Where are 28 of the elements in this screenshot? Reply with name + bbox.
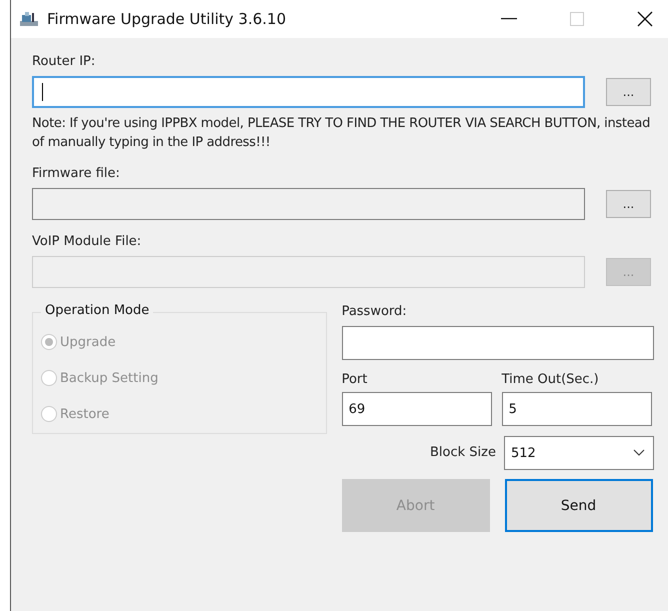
group-title: Operation Mode (41, 303, 154, 318)
browse-button[interactable]: ... (606, 78, 651, 106)
minimize-icon (501, 18, 517, 20)
note-text: Note: If you're using IPPBX model, PLEASE TRY TO FIND THE ROUTER VIA SEARCH BUTTON, instead of manually typing in the IP address!!! (32, 115, 652, 152)
radio-label: Restore (60, 406, 110, 422)
field-label: Router IP: (32, 53, 96, 71)
input-field[interactable] (32, 188, 585, 220)
browse-button[interactable]: ... (606, 190, 651, 218)
chevron-down-icon (633, 449, 645, 457)
close-icon (637, 11, 653, 27)
field-label: Port (342, 371, 368, 389)
window-title: Firmware Upgrade Utility 3.6.10 (47, 10, 288, 28)
radio-label: Backup Setting (60, 370, 158, 386)
field-label: Password: (342, 303, 408, 321)
timeout-field[interactable]: 5 (502, 392, 652, 426)
input-field[interactable] (32, 76, 585, 108)
radio-label: Upgrade (60, 334, 116, 350)
field-label: Firmware file: (32, 165, 121, 183)
field-label: VoIP Module File: (32, 233, 142, 251)
field-label: Time Out(Sec.) (502, 371, 600, 389)
action-button[interactable]: Send (504, 479, 653, 532)
field-label: Block Size (430, 444, 496, 462)
port-field[interactable]: 69 (342, 392, 492, 426)
password-field[interactable] (342, 326, 654, 360)
maximize-icon (570, 12, 584, 26)
block-size-dropdown[interactable]: 512 (504, 436, 654, 470)
app-icon (19, 11, 39, 27)
text-caret (42, 83, 43, 101)
